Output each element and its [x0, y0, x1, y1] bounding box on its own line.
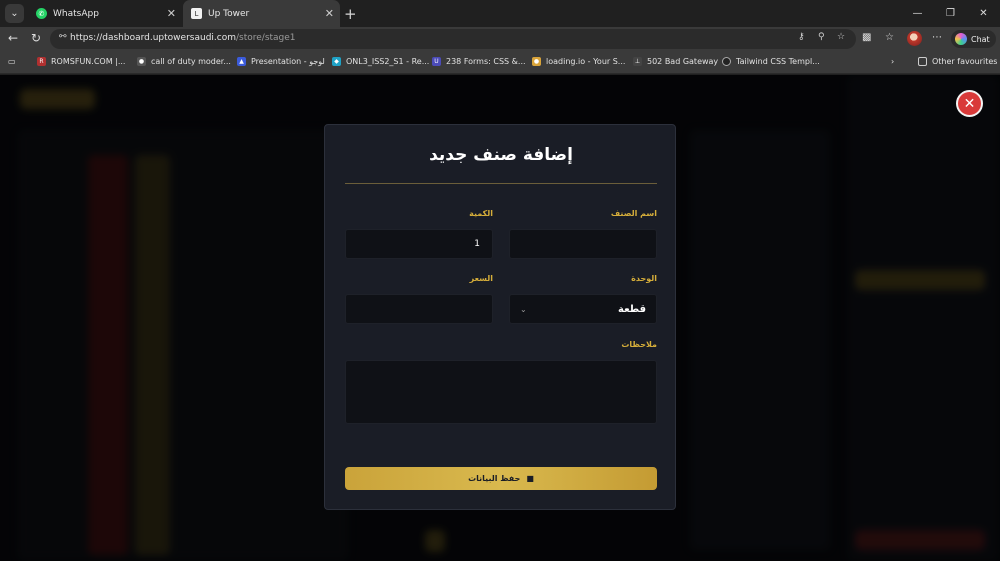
extensions-icon[interactable]: ▩ [862, 32, 871, 43]
floppy-disk-icon: ■ [526, 474, 534, 483]
back-icon[interactable]: ← [8, 31, 18, 45]
bookmark-item[interactable]: ◆ ONL3_ISS2_S1 - Re... [332, 57, 429, 66]
chevron-down-icon: ⌄ [520, 304, 527, 314]
price-label: السعر [469, 274, 493, 283]
item-name-input[interactable] [509, 229, 657, 259]
bookmark-item[interactable]: ▲ Presentation - لوجو [237, 57, 325, 66]
new-tab-icon[interactable]: + [344, 5, 357, 23]
bookmark-item[interactable]: R ROMSFUN.COM |... [37, 57, 125, 66]
whatsapp-icon: ✆ [36, 8, 47, 19]
browser-window: ⌄ ✆ WhatsApp ✕ L Up Tower ✕ + — ❐ ✕ ← ↻ … [0, 0, 1000, 561]
bookmark-item[interactable]: Tailwind CSS Templ... [722, 57, 820, 66]
browser-toolbar: ← ↻ ⚯ https://dashboard.uptowersaudi.com… [0, 27, 1000, 51]
forms-icon: U [432, 57, 441, 66]
bookmark-item[interactable]: ⊥ 502 Bad Gateway [633, 57, 718, 66]
quantity-label: الكمية [469, 209, 493, 218]
profile-avatar[interactable] [907, 31, 922, 46]
item-name-label: اسم الصنف [610, 209, 657, 218]
add-item-modal: إضافة صنف جديد اسم الصنف الكمية الوحدة ⌄… [324, 124, 676, 510]
folder-icon [918, 57, 927, 66]
reload-icon[interactable]: ↻ [31, 31, 41, 45]
tab-close-icon[interactable]: ✕ [325, 7, 334, 20]
close-icon: ✕ [963, 95, 976, 112]
notes-label: ملاحظات [621, 340, 657, 349]
tab-title: WhatsApp [53, 8, 99, 19]
price-input[interactable] [345, 294, 493, 324]
loadingio-icon: ● [532, 57, 541, 66]
address-bar[interactable]: ⚯ https://dashboard.uptowersaudi.com/sto… [50, 29, 856, 49]
bookmarks-overflow-icon[interactable]: › [891, 57, 894, 66]
unit-selected-value: قطعة [618, 303, 646, 315]
cod-icon: ● [137, 57, 146, 66]
bookmark-item[interactable]: ● loading.io - Your S... [532, 57, 625, 66]
bad-gateway-icon: ⊥ [633, 57, 642, 66]
bookmark-item[interactable]: ● call of duty moder... [137, 57, 231, 66]
save-button-label: حفظ البيانات [468, 474, 521, 483]
save-data-button[interactable]: ■ حفظ البيانات [345, 467, 657, 490]
copilot-icon [955, 33, 967, 45]
unit-label: الوحدة [631, 274, 657, 283]
quantity-input[interactable] [345, 229, 493, 259]
unit-select[interactable]: ⌄ قطعة [509, 294, 657, 324]
presentation-icon: ▲ [237, 57, 246, 66]
reading-list-icon[interactable]: ▭ [8, 57, 16, 66]
uptower-favicon: L [191, 8, 202, 19]
window-controls: — ❐ ✕ [901, 0, 1000, 27]
favorites-icon[interactable]: ☆ [885, 32, 894, 43]
more-menu-icon[interactable]: ⋯ [932, 32, 942, 43]
minimize-icon[interactable]: — [901, 0, 934, 27]
tab-strip: ⌄ ✆ WhatsApp ✕ L Up Tower ✕ + — ❐ ✕ [0, 0, 1000, 27]
onl3-icon: ◆ [332, 57, 341, 66]
bookmark-item[interactable]: U 238 Forms: CSS &... [432, 57, 526, 66]
bookmarks-bar: ▭ R ROMSFUN.COM |... ● call of duty moder.… [0, 51, 1000, 74]
url-text: https://dashboard.uptowersaudi.com/store… [70, 33, 296, 43]
maximize-icon[interactable]: ❐ [934, 0, 967, 27]
key-icon[interactable]: ⚷ [798, 32, 805, 42]
tab-title: Up Tower [208, 8, 250, 19]
copilot-chat-button[interactable]: Chat [951, 30, 996, 48]
other-favourites[interactable]: Other favourites [918, 57, 997, 66]
zoom-icon[interactable]: ⚲ [818, 32, 825, 42]
favorite-star-icon[interactable]: ☆ [837, 32, 845, 42]
page-viewport: ✕ إضافة صنف جديد اسم الصنف الكمية الوحدة… [0, 75, 1000, 561]
romsfun-icon: R [37, 57, 46, 66]
notes-textarea[interactable] [345, 360, 657, 424]
title-divider [345, 183, 657, 184]
close-modal-button[interactable]: ✕ [956, 90, 983, 117]
tab-search-icon[interactable]: ⌄ [5, 4, 24, 23]
tab-whatsapp[interactable]: ✆ WhatsApp ✕ [28, 0, 182, 27]
tailwind-icon [722, 57, 731, 66]
close-window-icon[interactable]: ✕ [967, 0, 1000, 27]
tab-close-icon[interactable]: ✕ [167, 7, 176, 20]
tab-uptower[interactable]: L Up Tower ✕ [183, 0, 340, 27]
modal-title: إضافة صنف جديد [429, 145, 573, 165]
site-info-icon[interactable]: ⚯ [59, 32, 67, 42]
